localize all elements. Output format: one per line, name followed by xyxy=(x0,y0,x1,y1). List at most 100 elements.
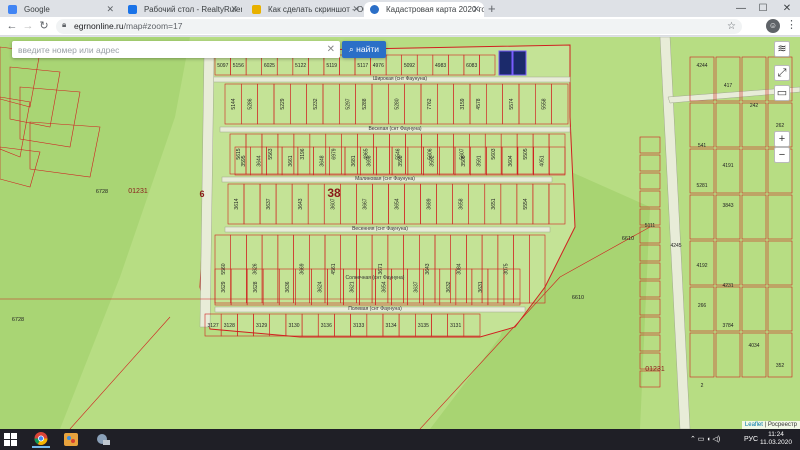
tab-google[interactable]: Google ✕ xyxy=(2,2,118,17)
fullscreen-icon[interactable]: ⤢ xyxy=(774,65,790,81)
parcel-number-label: 4244 xyxy=(696,63,707,69)
parcel-number-label: 3643 xyxy=(298,198,304,209)
forward-arrow-icon[interactable]: → xyxy=(20,18,36,34)
parcel-number-label: 5558 xyxy=(542,98,548,109)
parcel-number-label: 3843 xyxy=(722,203,733,209)
address-bar[interactable]: 🔒︎ egrnonline.ru/map#zoom=17 ☆ xyxy=(56,19,742,34)
land-parcel[interactable] xyxy=(639,172,661,190)
zoom-out-button[interactable]: − xyxy=(774,147,790,163)
parcel-number-label: 6610 xyxy=(572,295,584,301)
parcel-number-label: 4245 xyxy=(670,243,681,249)
clock-time: 11:24 xyxy=(768,431,784,438)
parcel-number-label: 3637 xyxy=(414,281,420,292)
parcel-number-label: 4578 xyxy=(476,98,482,109)
land-parcel[interactable] xyxy=(741,194,767,240)
parcel-number-label: 3084 xyxy=(457,263,463,274)
land-parcel[interactable] xyxy=(715,194,741,240)
parcel-number-label: 3135 xyxy=(418,323,429,329)
reload-icon[interactable]: ↻ xyxy=(36,18,52,34)
tray-icons[interactable]: ⌃ ▭ ◖ ◁) xyxy=(690,429,720,450)
land-parcel[interactable] xyxy=(767,194,793,240)
land-parcel[interactable] xyxy=(689,286,715,332)
parcel-number-label: 3628 xyxy=(253,281,259,292)
paint-app-icon[interactable] xyxy=(62,431,80,448)
parcel-number-label: 5280 xyxy=(395,98,401,109)
parcel-number-label: 5560 xyxy=(221,263,227,274)
parcel-number-label: 5297 xyxy=(346,98,352,109)
parcel-number-label: 6610 xyxy=(622,236,634,242)
land-parcel[interactable] xyxy=(689,102,715,148)
leaflet-link[interactable]: Leaflet xyxy=(745,422,763,428)
land-parcel[interactable] xyxy=(715,148,741,194)
land-parcel[interactable] xyxy=(689,332,715,378)
parcel-number-label: 3671 xyxy=(378,263,384,274)
windows-start-icon[interactable] xyxy=(4,433,18,447)
browser-menu-icon[interactable]: ⋮ xyxy=(786,18,797,31)
minimize-button[interactable]: — xyxy=(730,0,752,17)
maximize-button[interactable]: ☐ xyxy=(752,0,774,17)
selected-parcel[interactable] xyxy=(512,50,527,76)
layers-icon[interactable]: ≋ xyxy=(774,41,790,57)
tab-realtyruler[interactable]: Рабочий стол - RealtyRuler ✕ xyxy=(122,2,242,17)
land-parcel[interactable] xyxy=(689,194,715,240)
parcel-number-label: 5092 xyxy=(404,63,415,69)
land-parcel[interactable] xyxy=(715,102,741,148)
parcel-number-label: 3130 xyxy=(288,323,299,329)
parcel-number-label: 3636 xyxy=(285,281,291,292)
clear-search-icon[interactable]: ✕ xyxy=(327,43,335,56)
close-tab-icon[interactable]: ✕ xyxy=(230,2,238,17)
tab-screenshot-article[interactable]: Как сделать скриншот - Общи ✕ xyxy=(246,2,364,17)
land-parcel[interactable] xyxy=(741,102,767,148)
land-parcel[interactable] xyxy=(767,332,793,378)
parcel-number-label: 3651 xyxy=(491,198,497,209)
parcel-number-label: 4192 xyxy=(696,263,707,269)
parcel-number-label: 3508 xyxy=(461,155,467,166)
bookmark-star-icon[interactable]: ☆ xyxy=(727,19,736,34)
tab-cadastral-map[interactable]: Кадастровая карта 2020 года - ✕ xyxy=(364,2,484,17)
land-parcel[interactable] xyxy=(741,332,767,378)
land-parcel[interactable] xyxy=(741,286,767,332)
profile-avatar[interactable]: ☺ xyxy=(766,19,780,33)
system-clock[interactable]: 11:24 11.03.2020 xyxy=(760,431,792,447)
land-parcel[interactable] xyxy=(715,332,741,378)
parcel-number-label: 6025 xyxy=(264,63,275,69)
cadastral-favicon-icon xyxy=(370,5,379,14)
map-canvas[interactable]: 5097 5156 6025 5122 5119 5117 4976 5092 4983 6083… xyxy=(0,37,800,429)
land-parcel[interactable] xyxy=(639,370,661,388)
tab-title: Рабочий стол - RealtyRuler xyxy=(144,5,242,14)
map-search-button[interactable]: ⌕ найти xyxy=(342,41,386,58)
street-label: Весенняя (снт Фаунуна) xyxy=(352,226,408,232)
parcel-number-label: 3644 xyxy=(257,155,263,166)
tools-app-icon[interactable] xyxy=(94,431,112,448)
land-parcel[interactable] xyxy=(741,240,767,286)
language-indicator[interactable]: РУС xyxy=(744,429,758,450)
land-parcel[interactable] xyxy=(767,240,793,286)
ruler-icon[interactable]: ▭ xyxy=(774,85,790,101)
parcel-number-label: 3136 xyxy=(321,323,332,329)
new-tab-button[interactable]: + xyxy=(488,1,496,16)
street-label: Веселая (снт Фаунуна) xyxy=(368,126,421,132)
clock-date: 11.03.2020 xyxy=(759,439,792,446)
land-parcel[interactable] xyxy=(715,240,741,286)
land-parcel[interactable] xyxy=(741,148,767,194)
close-tab-icon[interactable]: ✕ xyxy=(106,2,114,17)
close-window-button[interactable]: ✕ xyxy=(776,0,798,17)
street-label: Малиновая (снт Фаунуна) xyxy=(355,176,415,182)
close-tab-icon[interactable]: ✕ xyxy=(352,2,360,17)
map-search-input[interactable] xyxy=(18,43,318,56)
selected-parcel[interactable] xyxy=(498,50,513,76)
cadastral-map[interactable]: 5097 5156 6025 5122 5119 5117 4976 5092 4983 6083… xyxy=(0,37,800,429)
land-parcel[interactable] xyxy=(767,286,793,332)
land-parcel[interactable] xyxy=(639,136,661,154)
close-tab-icon[interactable]: ✕ xyxy=(472,2,480,17)
windows-taskbar: ⌃ ▭ ◖ ◁) РУС 11:24 11.03.2020 xyxy=(0,429,800,450)
back-arrow-icon[interactable]: ← xyxy=(4,18,20,34)
land-parcel[interactable] xyxy=(639,154,661,172)
parcel-number-label: 3661 xyxy=(288,155,294,166)
zoom-in-button[interactable]: + xyxy=(774,131,790,147)
parcel-number-label: 3134 xyxy=(385,323,396,329)
parcel-number-label: 3128 xyxy=(224,323,235,329)
parcel-number-label: 5603 xyxy=(491,148,497,159)
chrome-icon[interactable] xyxy=(32,431,50,448)
parcel-number-label: 3667 xyxy=(362,198,368,209)
